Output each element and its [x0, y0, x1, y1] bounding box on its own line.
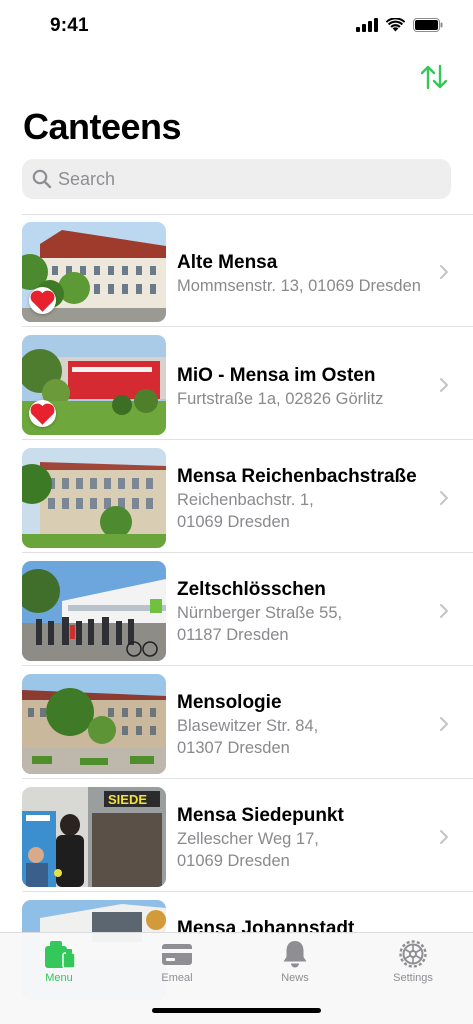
tab-settings[interactable]: Settings [354, 939, 472, 991]
chevron-right-icon [440, 717, 448, 731]
card-icon [162, 944, 192, 965]
siedepunkt-sign-text: SIEDE [108, 792, 147, 807]
cellular-signal-icon [356, 18, 378, 32]
canteen-name: Mensa Siedepunkt [177, 805, 344, 826]
status-bar: 9:41 [0, 0, 473, 54]
gear-icon [399, 940, 427, 968]
canteen-photo-image [22, 674, 166, 774]
canteen-photo-image [22, 448, 166, 548]
search-icon [32, 169, 52, 189]
search-bar[interactable] [22, 159, 451, 199]
canteen-name: Mensa Reichenbachstraße [177, 466, 417, 487]
canteen-photo-image: SIEDE [22, 787, 166, 887]
canteen-row-mensologie[interactable]: Mensologie Blasewitzer Str. 84, 01307 Dr… [0, 666, 473, 779]
tab-emeal[interactable]: Emeal [118, 939, 236, 991]
canteen-photo [22, 561, 166, 661]
tab-label: News [281, 972, 309, 984]
heart-icon [30, 403, 55, 425]
bell-icon [283, 941, 307, 968]
status-icons [356, 18, 443, 32]
favorite-badge[interactable] [29, 287, 56, 314]
canteen-info: Mensa Reichenbachstraße Reichenbachstr. … [177, 465, 432, 533]
canteen-address: Furtstraße 1a, 02826 Görlitz [177, 390, 384, 408]
tab-label: Settings [393, 972, 433, 984]
arrow-up-down-icon [420, 64, 448, 90]
tab-label: Menu [45, 972, 73, 984]
canteen-photo: SIEDE [22, 787, 166, 887]
chevron-right-icon [440, 830, 448, 844]
canteen-name: Zeltschlösschen [177, 579, 326, 600]
chevron-right-icon [440, 604, 448, 618]
canteen-address-line2: 01307 Dresden [177, 739, 290, 757]
canteen-row-zeltschloesschen[interactable]: Zeltschlösschen Nürnberger Straße 55, 01… [0, 553, 473, 666]
canteen-row-reichenbachstrasse[interactable]: Mensa Reichenbachstraße Reichenbachstr. … [0, 440, 473, 553]
canteen-photo [22, 335, 166, 435]
canteen-name: MiO - Mensa im Osten [177, 365, 376, 386]
wifi-icon [386, 18, 405, 32]
status-time: 9:41 [50, 15, 89, 36]
canteen-photo [22, 448, 166, 548]
canteen-photo [22, 674, 166, 774]
canteen-address: Mommsenstr. 13, 01069 Dresden [177, 277, 421, 295]
canteen-address-line1: Zellescher Weg 17, [177, 830, 319, 848]
canteen-address-line2: 01069 Dresden [177, 513, 290, 531]
canteen-row-siedepunkt[interactable]: SIEDE Mensa Siedepunkt Zellescher Weg 17… [0, 779, 473, 892]
search-input[interactable] [58, 168, 438, 190]
menu-bag-icon [45, 941, 76, 969]
canteen-address-line2: 01187 Dresden [177, 626, 289, 644]
canteen-address-line1: Blasewitzer Str. 84, [177, 717, 319, 735]
canteen-address-line1: Reichenbachstr. 1, [177, 491, 314, 509]
tab-label: Emeal [161, 972, 193, 984]
canteen-info: MiO - Mensa im Osten Furtstraße 1a, 0282… [177, 364, 432, 410]
canteen-info: Alte Mensa Mommsenstr. 13, 01069 Dresden [177, 251, 432, 297]
chevron-right-icon [440, 378, 448, 392]
favorite-badge[interactable] [29, 400, 56, 427]
canteen-row-mio[interactable]: MiO - Mensa im Osten Furtstraße 1a, 0282… [0, 327, 473, 440]
canteen-address-line1: Nürnberger Straße 55, [177, 604, 343, 622]
chevron-right-icon [440, 265, 448, 279]
battery-icon [413, 18, 443, 32]
tab-menu[interactable]: Menu [0, 939, 118, 991]
canteen-address-line2: 01069 Dresden [177, 852, 290, 870]
heart-icon [30, 290, 55, 312]
sort-button[interactable] [419, 62, 449, 92]
canteen-row-alte-mensa[interactable]: Alte Mensa Mommsenstr. 13, 01069 Dresden [0, 214, 473, 327]
canteen-info: Zeltschlösschen Nürnberger Straße 55, 01… [177, 578, 432, 646]
canteen-name: Alte Mensa [177, 252, 278, 273]
home-indicator [152, 1008, 321, 1013]
tab-news[interactable]: News [236, 939, 354, 991]
canteen-photo [22, 222, 166, 322]
canteen-photo-image [22, 561, 166, 661]
chevron-right-icon [440, 491, 448, 505]
canteen-info: Mensa Siedepunkt Zellescher Weg 17, 0106… [177, 804, 432, 872]
page-title: Canteens [23, 106, 182, 147]
canteen-name: Mensologie [177, 692, 282, 713]
canteen-info: Mensologie Blasewitzer Str. 84, 01307 Dr… [177, 691, 432, 759]
